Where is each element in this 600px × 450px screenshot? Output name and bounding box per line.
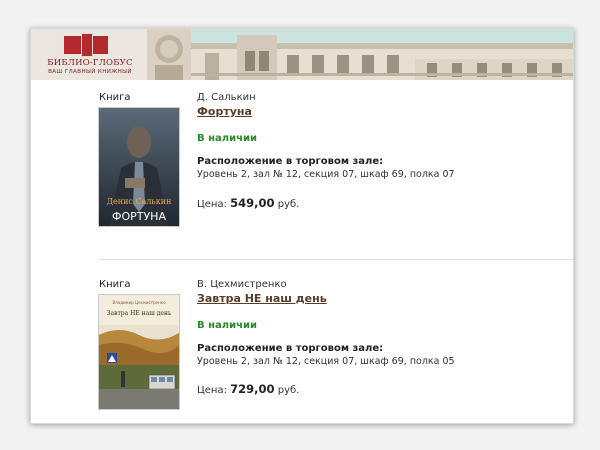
price-label: Цена: <box>197 199 227 210</box>
book-author: В. Цехмистренко <box>197 279 287 290</box>
availability-status: В наличии <box>197 320 257 331</box>
price-value: 549,00 <box>230 196 275 210</box>
item-type-label: Книга <box>99 279 131 290</box>
location-heading: Расположение в торговом зале: <box>197 343 384 354</box>
cover-author-text: Денис Салькин <box>107 197 172 206</box>
item-divider <box>99 259 573 260</box>
site-header: БИБЛИО-ГЛОБУС ВАШ ГЛАВНЫЙ КНИЖНЫЙ <box>31 29 573 80</box>
price-currency: руб. <box>277 385 300 396</box>
cover-title-text: ФОРТУНА <box>112 210 166 223</box>
book-cover[interactable]: Владимир Цехмистренко Завтра НЕ наш день <box>98 294 180 410</box>
building-facade-banner <box>147 29 573 80</box>
cover-title-text: Завтра НЕ наш день <box>107 310 172 317</box>
book-emblem-icon <box>64 33 108 57</box>
page-card: БИБЛИО-ГЛОБУС ВАШ ГЛАВНЫЙ КНИЖНЫЙ Книга … <box>30 28 574 424</box>
price: Цена: 549,00 руб. <box>197 196 299 210</box>
availability-status: В наличии <box>197 133 257 144</box>
price-currency: руб. <box>277 199 300 210</box>
price: Цена: 729,00 руб. <box>197 382 299 396</box>
logo-title: БИБЛИО-ГЛОБУС <box>47 58 133 68</box>
site-logo[interactable]: БИБЛИО-ГЛОБУС ВАШ ГЛАВНЫЙ КНИЖНЫЙ <box>31 29 147 80</box>
location-text: Уровень 2, зал № 12, секция 07, шкаф 69,… <box>197 169 455 180</box>
book-title-link[interactable]: Фортуна <box>197 105 252 118</box>
book-title-link[interactable]: Завтра НЕ наш день <box>197 292 327 305</box>
book-cover[interactable]: Денис Салькин ФОРТУНА <box>98 107 180 227</box>
item-type-label: Книга <box>99 92 131 103</box>
location-text: Уровень 2, зал № 12, секция 07, шкаф 69,… <box>197 356 455 367</box>
svg-text:Владимир Цехмистренко: Владимир Цехмистренко <box>112 300 166 305</box>
price-label: Цена: <box>197 385 227 396</box>
price-value: 729,00 <box>230 382 275 396</box>
location-heading: Расположение в торговом зале: <box>197 156 384 167</box>
book-author: Д. Салькин <box>197 92 256 103</box>
logo-subtitle: ВАШ ГЛАВНЫЙ КНИЖНЫЙ <box>48 69 132 75</box>
